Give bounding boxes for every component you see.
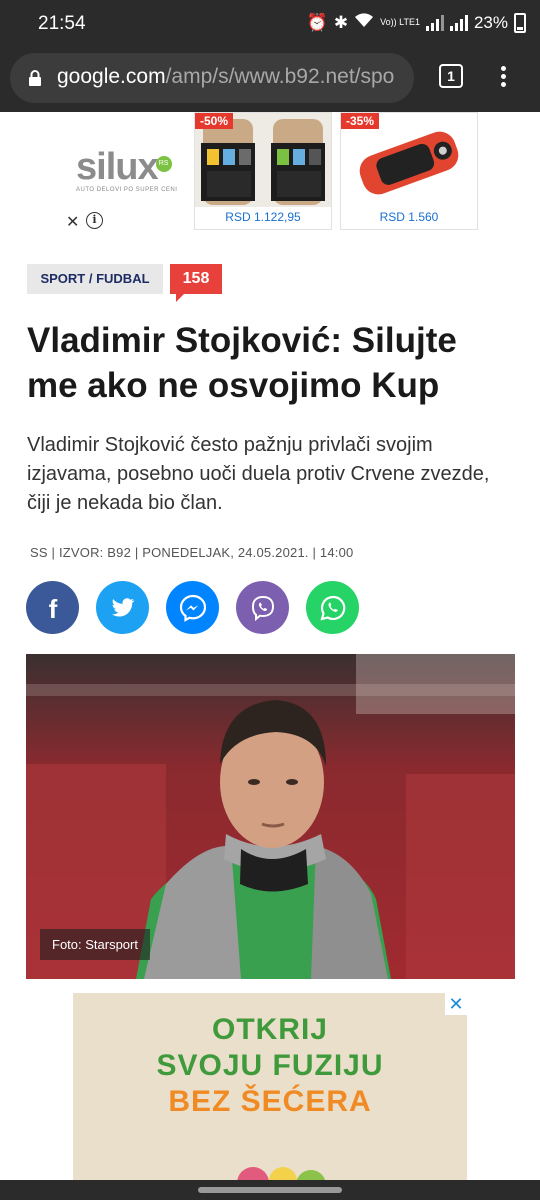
- top-ad-banner[interactable]: siluxRS AUTO DELOVI PO SUPER CENI ✕ i -5…: [60, 112, 480, 232]
- share-buttons: f: [26, 581, 359, 634]
- twitter-icon: [111, 597, 134, 616]
- address-bar[interactable]: google.com/amp/s/www.b92.net/spo: [10, 53, 414, 103]
- alarm-icon: ⏰: [306, 12, 328, 32]
- status-bar: 21:54 ⏰ ✱ Vo)) LTE1 23%: [0, 0, 540, 50]
- ad-close-icon[interactable]: ✕: [66, 212, 79, 232]
- svg-text:f: f: [48, 595, 57, 621]
- system-nav-bar: [0, 1180, 540, 1200]
- more-menu-icon[interactable]: [493, 64, 513, 90]
- article-title: Vladimir Stojković: Silujte me ako ne os…: [27, 321, 457, 405]
- battery-percent: 23%: [473, 12, 508, 32]
- browser-toolbar: google.com/amp/s/www.b92.net/spo 1: [0, 50, 540, 112]
- battery-icon: [514, 12, 526, 33]
- whatsapp-icon: [319, 595, 345, 621]
- ad-headline-line1: OTKRIJ: [211, 1013, 328, 1046]
- ad-product-tpms-tool[interactable]: -35% RSD 1.560: [340, 112, 478, 230]
- signal-2-icon: [449, 14, 468, 31]
- article-photo[interactable]: Foto: Starsport: [26, 654, 515, 979]
- twitter-share-button[interactable]: [96, 581, 149, 634]
- silux-brand: silux: [76, 146, 159, 188]
- messenger-icon: [179, 594, 206, 622]
- category-tag[interactable]: SPORT / FUDBAL: [27, 264, 163, 294]
- discount-badge: -35%: [341, 113, 380, 129]
- viber-icon: [251, 595, 274, 621]
- status-icons: ⏰ ✱ Vo)) LTE1 23%: [307, 12, 526, 33]
- comment-count-badge[interactable]: 158: [170, 264, 222, 302]
- silux-logo: siluxRS AUTO DELOVI PO SUPER CENI: [76, 148, 186, 193]
- facebook-share-button[interactable]: f: [26, 581, 79, 634]
- silux-tagline: AUTO DELOVI PO SUPER CENI: [76, 187, 178, 193]
- wifi-icon: [354, 12, 374, 33]
- ad-close-icon[interactable]: ✕: [445, 993, 467, 1015]
- ad-headline-line2: SVOJU FUZIJU: [156, 1049, 384, 1082]
- whatsapp-share-button[interactable]: [306, 581, 359, 634]
- status-time: 21:54: [38, 13, 86, 34]
- ad-product-seat-organizer[interactable]: -50% RSD 1.122,95: [194, 112, 332, 230]
- signal-icon: [425, 14, 444, 31]
- article-meta: SS | IZVOR: B92 | PONEDELJAK, 24.05.2021…: [30, 545, 354, 560]
- ad-headline-line3: BEZ ŠEĆERA: [168, 1085, 372, 1118]
- bluetooth-icon: ✱: [333, 12, 349, 32]
- silux-badge: RS: [155, 156, 172, 172]
- messenger-share-button[interactable]: [166, 581, 219, 634]
- discount-badge: -50%: [195, 113, 234, 129]
- url-text: google.com/amp/s/www.b92.net/spo: [57, 65, 394, 89]
- ad-info-icon[interactable]: i: [86, 212, 103, 229]
- network-label: Vo)) LTE1: [380, 17, 420, 27]
- url-host: google.com: [57, 65, 166, 88]
- facebook-icon: f: [48, 595, 57, 621]
- product-price: RSD 1.122,95: [225, 210, 301, 224]
- bottom-ad-banner[interactable]: ✕ OTKRIJ SVOJU FUZIJU BEZ ŠEĆERA: [73, 993, 467, 1193]
- tab-switcher-button[interactable]: 1: [439, 64, 463, 88]
- home-gesture-handle[interactable]: [198, 1187, 342, 1193]
- product-price: RSD 1.560: [379, 210, 439, 224]
- url-path: /amp/s/www.b92.net/spo: [165, 65, 395, 88]
- lock-icon: [29, 70, 41, 86]
- article-lead: Vladimir Stojković često pažnju privlači…: [27, 434, 490, 514]
- photo-credit: Foto: Starsport: [40, 929, 150, 960]
- viber-share-button[interactable]: [236, 581, 289, 634]
